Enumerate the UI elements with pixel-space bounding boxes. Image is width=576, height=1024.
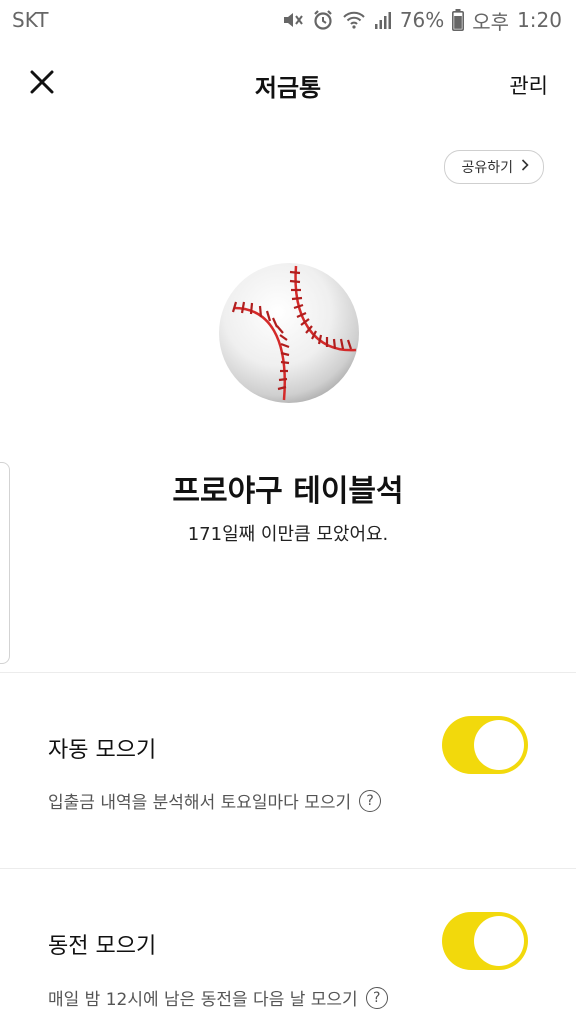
time: 1:20 [517,8,562,32]
divider [0,868,576,869]
status-icons: 76% 오후 1:20 [282,6,576,35]
app-bar: 저금통 관리 [0,48,576,116]
baseball-icon [214,258,364,408]
setting-description: 매일 밤 12시에 남은 동전을 다음 날 모으기 ? [48,985,388,1010]
carrier-label: SKT [12,8,49,32]
setting-description-text: 매일 밤 12시에 남은 동전을 다음 날 모으기 [48,990,358,1010]
toggle-knob [474,916,524,966]
screen: SKT 76% 오후 1:20 저금통 관리 공유하기 프로야구 테이블석 17… [0,0,576,1024]
setting-title: 자동 모으기 [48,738,157,763]
auto-save-toggle[interactable] [442,716,528,774]
battery-percent: 76% [399,8,445,32]
setting-description: 입출금 내역을 분석해서 토요일마다 모으기 ? [48,788,382,813]
alarm-icon [312,8,334,32]
coin-save-toggle[interactable] [442,912,528,970]
help-icon[interactable]: ? [365,986,388,1009]
time-ampm: 오후 [472,9,510,34]
share-button[interactable]: 공유하기 [444,150,544,184]
page-title: 저금통 [254,74,322,102]
battery-icon [452,8,465,32]
goal-subtitle: 171일째 이만큼 모았어요. [187,524,389,545]
manage-button[interactable]: 관리 [509,70,548,100]
status-bar: SKT 76% 오후 1:20 [0,0,576,40]
signal-icon [374,8,392,32]
setting-title: 동전 모으기 [48,934,157,959]
setting-description-text: 입출금 내역을 분석해서 토요일마다 모으기 [48,793,352,813]
goal-title: 프로야구 테이블석 [172,474,404,509]
divider [0,672,576,673]
chevron-right-icon [521,159,529,175]
wifi-icon [342,8,366,32]
toggle-knob [474,720,524,770]
help-icon[interactable]: ? [359,789,382,812]
mute-icon [282,8,304,32]
share-label: 공유하기 [461,160,513,176]
